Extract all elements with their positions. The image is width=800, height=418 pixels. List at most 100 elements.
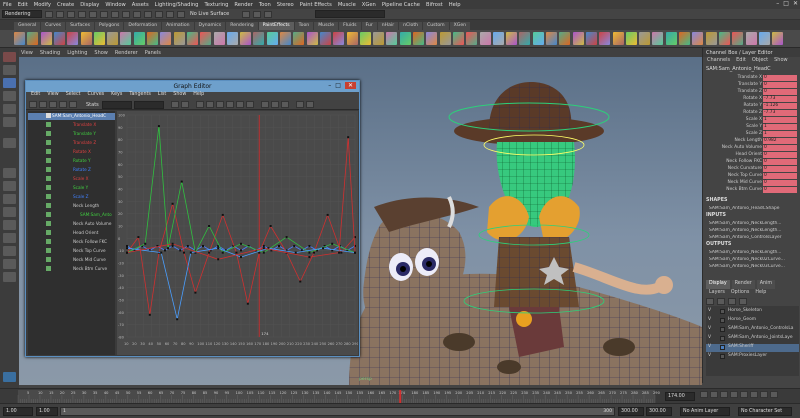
paint-brush-preset-icon[interactable] xyxy=(93,32,105,45)
channel-section-item[interactable]: SAM:Sam_Antonio_Neck03Curve... xyxy=(709,264,800,271)
layout-persp-graph-icon[interactable] xyxy=(3,233,16,243)
key-point[interactable] xyxy=(269,225,272,227)
shelf-tab-fluids[interactable]: Fluids xyxy=(339,22,361,30)
paint-brush-preset-icon[interactable] xyxy=(665,32,677,45)
channel-attribute-row[interactable]: Rotate Z -7.73 xyxy=(703,110,799,117)
play-backwards-icon[interactable] xyxy=(730,391,738,398)
channel-menu-show[interactable]: Show xyxy=(774,57,788,65)
menu-render[interactable]: Render xyxy=(234,2,252,8)
ge-outliner-row[interactable]: Translate Y xyxy=(28,131,115,138)
key-point[interactable] xyxy=(126,251,128,254)
key-point[interactable] xyxy=(164,249,166,252)
snap-view-icon[interactable] xyxy=(166,10,174,18)
channel-attribute-value[interactable]: 0 xyxy=(763,159,797,165)
snap-grid-icon[interactable] xyxy=(133,10,141,18)
paint-brush-preset-icon[interactable] xyxy=(40,32,52,45)
key-point[interactable] xyxy=(354,251,356,254)
unify-tangent-icon[interactable] xyxy=(281,101,289,108)
ge-outliner-row[interactable]: SAM:Sam_Antonio_HeadC xyxy=(28,113,115,120)
paint-brush-preset-icon[interactable] xyxy=(679,32,690,45)
stats-value-field[interactable] xyxy=(134,101,164,109)
key-point[interactable] xyxy=(338,251,341,254)
playback-end-field[interactable]: 300.00 xyxy=(618,407,644,416)
key-point[interactable] xyxy=(126,244,128,247)
shelf-tab-fur[interactable]: Fur xyxy=(361,22,377,30)
paint-brush-preset-icon[interactable] xyxy=(639,32,651,45)
ge-menu-tangents[interactable]: Tangents xyxy=(129,92,151,100)
frame-all-icon[interactable] xyxy=(171,101,179,108)
key-point[interactable] xyxy=(171,202,174,205)
paint-brush-preset-icon[interactable] xyxy=(413,32,424,45)
paint-brush-preset-icon[interactable] xyxy=(319,32,331,45)
animation-end-field[interactable]: 300.00 xyxy=(646,407,672,416)
lattice-deform-icon[interactable] xyxy=(59,101,67,108)
clamped-tangent-icon[interactable] xyxy=(206,101,214,108)
paint-brush-preset-icon[interactable] xyxy=(200,32,212,45)
key-point[interactable] xyxy=(258,251,261,254)
key-point[interactable] xyxy=(180,180,183,183)
key-point[interactable] xyxy=(262,251,265,254)
menu-texturing[interactable]: Texturing xyxy=(204,2,228,8)
key-point[interactable] xyxy=(171,244,174,247)
layer-visibility-toggle[interactable]: V xyxy=(708,308,711,313)
ge-outliner-row[interactable]: Neck Top Curve xyxy=(28,248,115,255)
linear-tangent-icon[interactable] xyxy=(216,101,224,108)
channel-attribute-row[interactable]: Neck Length 0.982 xyxy=(703,138,799,145)
select-object-icon[interactable] xyxy=(111,10,119,18)
paint-brush-preset-icon[interactable] xyxy=(559,32,571,45)
paint-brush-preset-icon[interactable] xyxy=(692,32,704,45)
paint-brush-preset-icon[interactable] xyxy=(53,32,65,45)
paint-brush-preset-icon[interactable] xyxy=(293,32,305,45)
layout-graph-icon[interactable] xyxy=(3,207,16,217)
layout-uv-icon[interactable] xyxy=(3,272,16,282)
layer-color-swatch[interactable] xyxy=(720,309,725,314)
paint-brush-preset-icon[interactable] xyxy=(439,32,451,45)
go-to-start-icon[interactable] xyxy=(700,391,708,398)
shelf-tab-polygons[interactable]: Polygons xyxy=(94,22,124,30)
ge-outliner-row[interactable]: Neck Auto Volume xyxy=(28,221,115,228)
add-key-icon[interactable] xyxy=(49,101,57,108)
key-point[interactable] xyxy=(167,247,170,250)
layout-single-icon[interactable] xyxy=(3,168,16,178)
select-hierarchy-icon[interactable] xyxy=(100,10,108,18)
key-point[interactable] xyxy=(235,251,238,254)
last-tool-icon[interactable] xyxy=(3,138,16,148)
menu-paint-effects[interactable]: Paint Effects xyxy=(300,2,332,8)
layer-color-swatch[interactable] xyxy=(720,345,725,350)
save-scene-icon[interactable] xyxy=(67,10,75,18)
key-point[interactable] xyxy=(299,280,302,283)
layout-four-icon[interactable] xyxy=(3,181,16,191)
channel-attribute-row[interactable]: Head Orient 0 xyxy=(703,152,799,159)
key-point[interactable] xyxy=(157,125,160,128)
layer-row[interactable]: V SAM:ProxiesLayer xyxy=(706,353,799,361)
anim-layer-dropdown[interactable]: No Anim Layer xyxy=(680,407,730,416)
key-point[interactable] xyxy=(183,251,185,254)
paint-brush-preset-icon[interactable] xyxy=(120,32,132,45)
channel-attribute-value[interactable]: 0 xyxy=(763,180,797,186)
channel-attribute-row[interactable]: Neck Mid Curve 0 xyxy=(703,180,799,187)
paint-brush-preset-icon[interactable] xyxy=(80,32,92,45)
shelf-tab-ncloth[interactable]: nCloth xyxy=(399,22,423,30)
ge-outliner-row[interactable]: Scale Z xyxy=(28,194,115,201)
ge-menu-edit[interactable]: Edit xyxy=(31,92,40,100)
key-point[interactable] xyxy=(144,242,147,245)
panel-menu-view[interactable]: View xyxy=(21,50,33,56)
region-tool-icon[interactable] xyxy=(69,101,77,108)
channel-section-item[interactable]: SAM:Sam_Antonio_HeadCShape xyxy=(709,206,800,213)
ge-menu-show[interactable]: Show xyxy=(173,92,186,100)
ge-menu-select[interactable]: Select xyxy=(66,92,81,100)
layer-down-icon[interactable] xyxy=(717,298,725,305)
free-tangent-weight-icon[interactable] xyxy=(296,101,304,108)
channel-attribute-value[interactable]: 0.982 xyxy=(763,138,797,144)
ge-outliner-row[interactable]: Rotate Z xyxy=(28,167,115,174)
shelf-tab-deformation[interactable]: Deformation xyxy=(124,22,162,30)
key-point[interactable] xyxy=(331,242,334,245)
ge-minimize-icon[interactable]: – xyxy=(328,82,331,89)
key-point[interactable] xyxy=(308,251,311,254)
key-point[interactable] xyxy=(308,244,311,247)
layer-color-swatch[interactable] xyxy=(720,354,725,359)
shelf-tab-general[interactable]: General xyxy=(14,22,41,30)
current-frame-field[interactable]: 174.00 xyxy=(665,392,695,401)
make-live-icon[interactable] xyxy=(177,10,185,18)
paint-brush-preset-icon[interactable] xyxy=(14,32,25,45)
